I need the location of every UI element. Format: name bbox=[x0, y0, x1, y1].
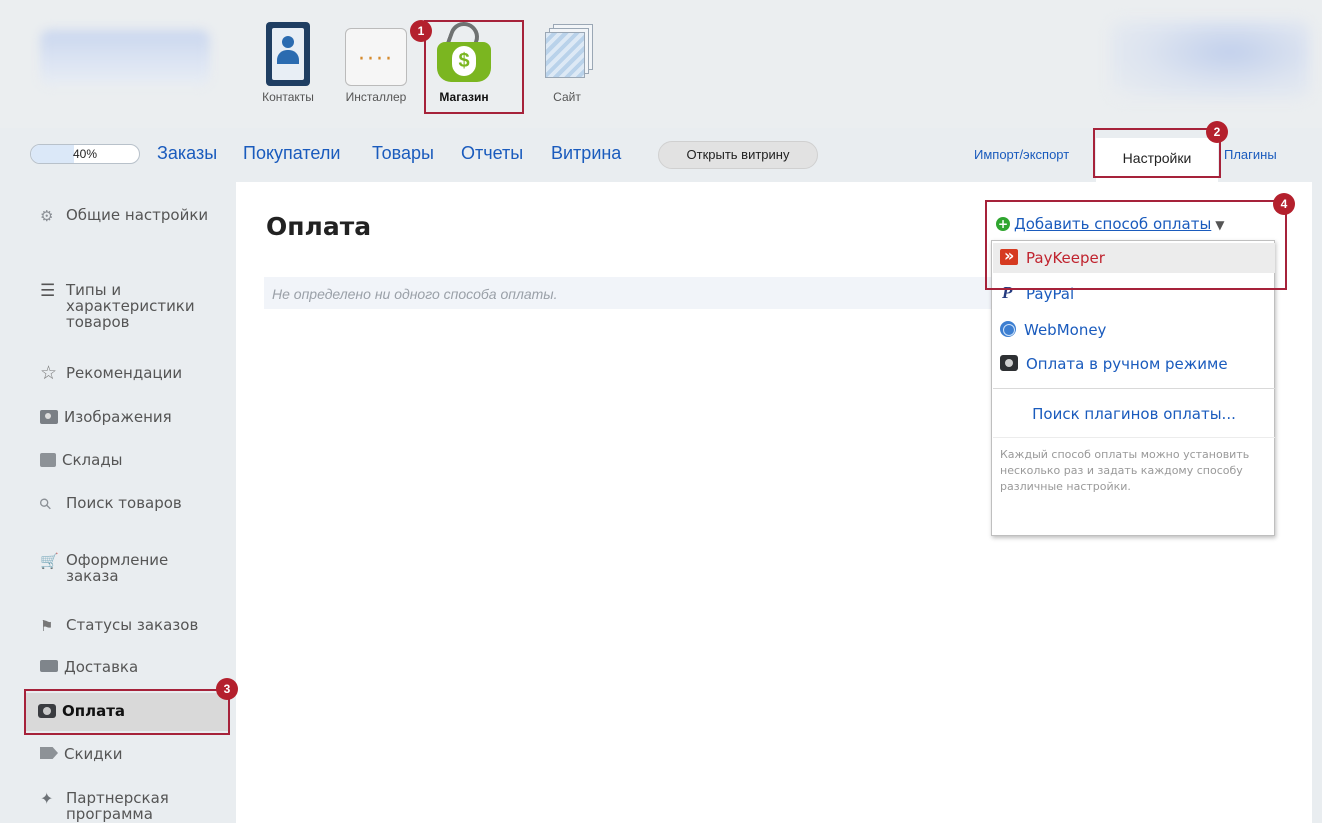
app-site[interactable]: Сайт bbox=[527, 22, 607, 104]
highlight-box-shop bbox=[424, 20, 524, 114]
site-icon bbox=[539, 22, 595, 86]
box-icon bbox=[40, 453, 56, 467]
sidebar-item-label: Оформление заказа bbox=[66, 551, 169, 585]
dropdown-item-webmoney[interactable]: WebMoney bbox=[1000, 315, 1270, 345]
nav-storefront[interactable]: Витрина bbox=[551, 143, 621, 164]
progress-text: 40% bbox=[72, 147, 98, 161]
sidebar-item-label: Поиск товаров bbox=[66, 494, 182, 512]
sidebar-item-label: Типы и характеристики товаров bbox=[66, 281, 195, 331]
dropdown-hint: Каждый способ оплаты можно установить не… bbox=[1000, 448, 1250, 493]
sidebar-item-images[interactable]: Изображения bbox=[40, 409, 230, 425]
dropdown-divider bbox=[993, 388, 1275, 389]
nav-customers[interactable]: Покупатели bbox=[243, 143, 340, 164]
highlight-box-add-payment bbox=[985, 200, 1287, 290]
page-title: Оплата bbox=[266, 212, 372, 241]
blurred-logo bbox=[40, 30, 210, 86]
star-icon bbox=[40, 366, 60, 382]
webmoney-icon bbox=[1000, 321, 1016, 337]
app-label: Сайт bbox=[553, 90, 581, 104]
blurred-user-area bbox=[1110, 20, 1310, 100]
nav-plugins[interactable]: Плагины bbox=[1224, 147, 1277, 162]
nav-import-export[interactable]: Импорт/экспорт bbox=[974, 147, 1069, 162]
list-icon bbox=[40, 283, 60, 299]
cart-icon bbox=[40, 553, 60, 569]
app-label: Контакты bbox=[262, 90, 314, 104]
search-icon bbox=[40, 496, 60, 512]
sidebar-item-label: Партнерская программа bbox=[66, 789, 169, 823]
tag-icon bbox=[40, 747, 58, 759]
dropdown-item-label: Оплата в ручном режиме bbox=[1026, 355, 1228, 373]
contacts-icon bbox=[266, 22, 310, 86]
app-contacts[interactable]: Контакты bbox=[248, 22, 328, 104]
step-badge-3: 3 bbox=[216, 678, 238, 700]
dropdown-divider bbox=[993, 437, 1275, 438]
camera-icon bbox=[40, 410, 58, 424]
open-storefront-button[interactable]: Открыть витрину bbox=[658, 141, 818, 169]
truck-icon bbox=[40, 660, 58, 672]
app-installer[interactable]: Инсталлер bbox=[336, 22, 416, 104]
search-payment-plugins-link[interactable]: Поиск плагинов оплаты... bbox=[992, 405, 1276, 423]
app-bar: Контакты Инсталлер $ Магазин Сайт bbox=[0, 0, 1322, 128]
sidebar-item-delivery[interactable]: Доставка bbox=[40, 659, 230, 675]
sidebar-item-checkout[interactable]: Оформление заказа bbox=[40, 552, 230, 584]
sidebar-item-discounts[interactable]: Скидки bbox=[40, 746, 230, 762]
sidebar-item-recommendations[interactable]: Рекомендации bbox=[40, 365, 230, 381]
app-label: Инсталлер bbox=[345, 90, 407, 104]
step-badge-4: 4 bbox=[1273, 193, 1295, 215]
ribbon-icon bbox=[40, 791, 60, 807]
sidebar-item-label: Изображения bbox=[64, 408, 172, 426]
dropdown-item-label: WebMoney bbox=[1024, 321, 1107, 339]
sidebar-item-types[interactable]: Типы и характеристики товаров bbox=[40, 282, 230, 330]
sidebar-item-label: Доставка bbox=[64, 658, 139, 676]
money-icon bbox=[1000, 355, 1018, 371]
sidebar-item-label: Статусы заказов bbox=[66, 616, 199, 634]
setup-progress-bar[interactable]: 40% bbox=[30, 144, 140, 164]
nav-reports[interactable]: Отчеты bbox=[461, 143, 523, 164]
step-badge-2: 2 bbox=[1206, 121, 1228, 143]
highlight-box-payment bbox=[24, 689, 230, 735]
sidebar-item-order-statuses[interactable]: Статусы заказов bbox=[40, 617, 230, 633]
sidebar-item-label: Рекомендации bbox=[66, 364, 183, 382]
sidebar-item-affiliate[interactable]: Партнерская программа bbox=[40, 790, 230, 822]
installer-icon bbox=[345, 28, 407, 86]
sidebar-item-general[interactable]: Общие настройки bbox=[40, 207, 230, 223]
sidebar-item-label: Склады bbox=[62, 451, 123, 469]
sidebar-item-warehouses[interactable]: Склады bbox=[40, 452, 230, 468]
sidebar-item-label: Общие настройки bbox=[66, 206, 209, 224]
gears-icon bbox=[40, 208, 60, 224]
highlight-box-settings bbox=[1093, 128, 1221, 178]
nav-orders[interactable]: Заказы bbox=[157, 143, 217, 164]
sidebar-item-product-search[interactable]: Поиск товаров bbox=[40, 495, 230, 511]
dropdown-item-manual[interactable]: Оплата в ручном режиме bbox=[1000, 349, 1270, 379]
step-badge-1: 1 bbox=[410, 20, 432, 42]
flag-icon bbox=[40, 618, 60, 634]
nav-products[interactable]: Товары bbox=[372, 143, 434, 164]
sidebar-item-label: Скидки bbox=[64, 745, 123, 763]
